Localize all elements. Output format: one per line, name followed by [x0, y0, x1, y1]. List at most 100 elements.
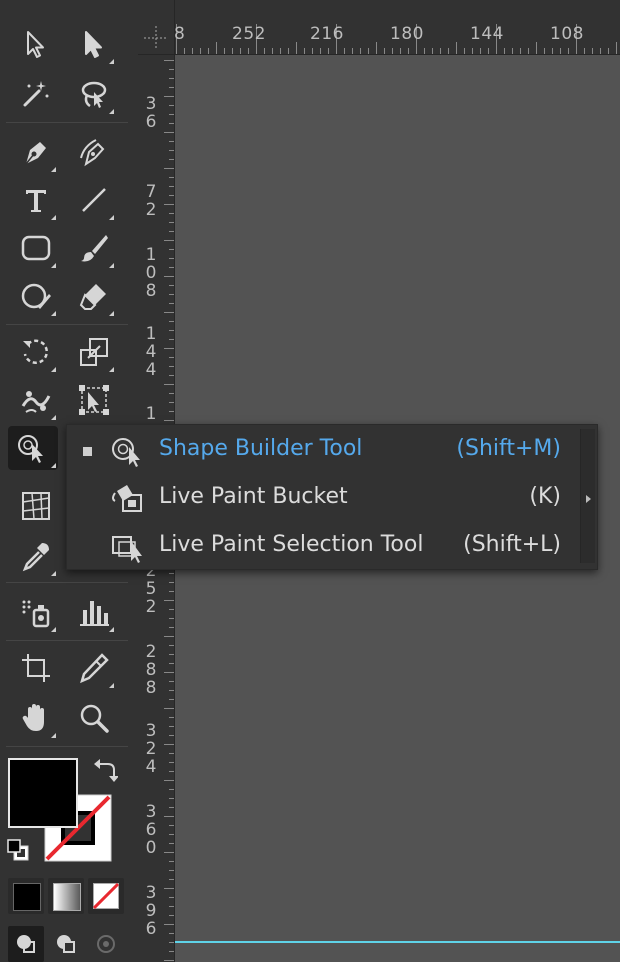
ruler-tick — [169, 654, 174, 655]
ruler-tick — [164, 780, 174, 781]
ruler-label: 108 — [145, 245, 157, 301]
ruler-tick — [616, 42, 617, 54]
curvature-tool[interactable] — [72, 130, 116, 174]
ruler-tick — [164, 204, 174, 205]
ruler-tick — [320, 48, 321, 54]
ruler-origin[interactable] — [138, 0, 175, 55]
ruler-tick — [169, 114, 174, 115]
swap-colors-icon[interactable] — [92, 758, 118, 784]
default-colors-icon[interactable] — [6, 838, 32, 862]
symbol-sprayer-icon — [22, 600, 50, 628]
ruler-label: 108 — [550, 24, 584, 44]
flyout-item-label: Shape Builder Tool — [159, 436, 363, 461]
puppet-warp-tool[interactable] — [14, 378, 58, 422]
ruler-tick — [164, 708, 174, 709]
lasso-icon — [81, 81, 107, 108]
line-segment-tool[interactable] — [72, 178, 116, 222]
ruler-tick — [472, 48, 473, 54]
ruler-tick — [169, 285, 174, 286]
lasso-tool[interactable] — [72, 72, 116, 116]
ruler-tick — [169, 186, 174, 187]
shape-builder-tool[interactable] — [8, 426, 58, 470]
direct-selection-tool[interactable] — [72, 22, 116, 66]
ruler-tick — [192, 48, 193, 54]
ruler-tick — [169, 861, 174, 862]
ruler-tick — [169, 798, 174, 799]
selection-tool[interactable] — [14, 22, 58, 66]
eyedropper-tool[interactable] — [14, 534, 58, 578]
ruler-tick — [224, 48, 225, 54]
draw-normal-button[interactable] — [8, 926, 44, 962]
ruler-tick — [169, 933, 174, 934]
rotate-icon — [23, 339, 49, 364]
ruler-tick — [169, 303, 174, 304]
ruler-tick — [169, 402, 174, 403]
ruler-tick — [288, 48, 289, 54]
column-graph-tool[interactable] — [72, 590, 116, 634]
flyout-item-live-paint-selection[interactable]: Live Paint Selection Tool (Shift+L) — [67, 523, 577, 571]
ruler-tick — [544, 48, 545, 54]
ruler-tick — [232, 48, 233, 54]
ruler-tick — [424, 48, 425, 54]
ruler-tick — [164, 60, 174, 61]
ruler-tick — [608, 48, 609, 54]
rectangle-tool[interactable] — [14, 226, 58, 270]
ruler-tick — [169, 105, 174, 106]
ruler-tick — [448, 48, 449, 54]
ruler-tick — [164, 276, 174, 277]
flyout-item-shape-builder[interactable]: Shape Builder Tool (Shift+M) — [67, 427, 577, 475]
ruler-tick — [164, 348, 174, 349]
paintbrush-icon — [81, 235, 108, 262]
ruler-tick — [169, 411, 174, 412]
ruler-label: 8 — [174, 24, 186, 44]
rotate-tool[interactable] — [14, 330, 58, 374]
ruler-label: 144 — [470, 24, 504, 44]
magic-wand-tool[interactable] — [14, 72, 58, 116]
flyout-tearoff-bar[interactable] — [580, 429, 595, 563]
ruler-tick — [280, 48, 281, 54]
scale-tool[interactable] — [72, 330, 116, 374]
paintbrush-tool[interactable] — [72, 226, 116, 270]
color-mode-button[interactable] — [8, 878, 44, 914]
ruler-label: 72 — [145, 182, 157, 220]
ruler-label: 144 — [145, 324, 157, 380]
ruler-tick — [520, 48, 521, 54]
draw-inside-button[interactable] — [88, 926, 124, 962]
hand-tool[interactable] — [14, 696, 58, 740]
ruler-tick — [169, 69, 174, 70]
ruler-tick — [384, 48, 385, 54]
flyout-item-live-paint-bucket[interactable]: Live Paint Bucket (K) — [67, 475, 577, 523]
eraser-icon — [79, 284, 106, 310]
zoom-tool[interactable] — [72, 696, 116, 740]
slice-tool[interactable] — [72, 646, 116, 690]
pen-tool[interactable] — [14, 130, 58, 174]
eraser-tool[interactable] — [72, 274, 116, 318]
ruler-tick — [169, 789, 174, 790]
fill-color-swatch[interactable] — [8, 758, 78, 828]
symbol-sprayer-tool[interactable] — [14, 590, 58, 634]
gradient-mode-button[interactable] — [48, 878, 84, 914]
flyout-item-label: Live Paint Bucket — [159, 484, 348, 509]
shaper-tool[interactable] — [14, 274, 58, 318]
ruler-tick — [264, 48, 265, 54]
ruler-tick — [169, 726, 174, 727]
flyout-item-shortcut: (Shift+M) — [456, 436, 561, 461]
ruler-tick — [568, 48, 569, 54]
ruler-tick — [169, 393, 174, 394]
ruler-label: 216 — [310, 24, 344, 44]
artboard-tool[interactable] — [14, 646, 58, 690]
ruler-tick — [169, 915, 174, 916]
ruler-tick — [169, 357, 174, 358]
none-mode-button[interactable] — [88, 878, 124, 914]
selected-bullet — [83, 447, 92, 456]
ruler-tick — [169, 141, 174, 142]
ruler-tick — [200, 48, 201, 54]
type-tool[interactable] — [14, 178, 58, 222]
perspective-grid-tool[interactable] — [14, 484, 58, 528]
ruler-tick — [272, 48, 273, 54]
free-transform-tool[interactable] — [72, 378, 116, 422]
live-paint-selection-icon — [112, 536, 142, 563]
ruler-tick — [169, 618, 174, 619]
ruler-tick — [392, 48, 393, 54]
draw-behind-button[interactable] — [48, 926, 84, 962]
